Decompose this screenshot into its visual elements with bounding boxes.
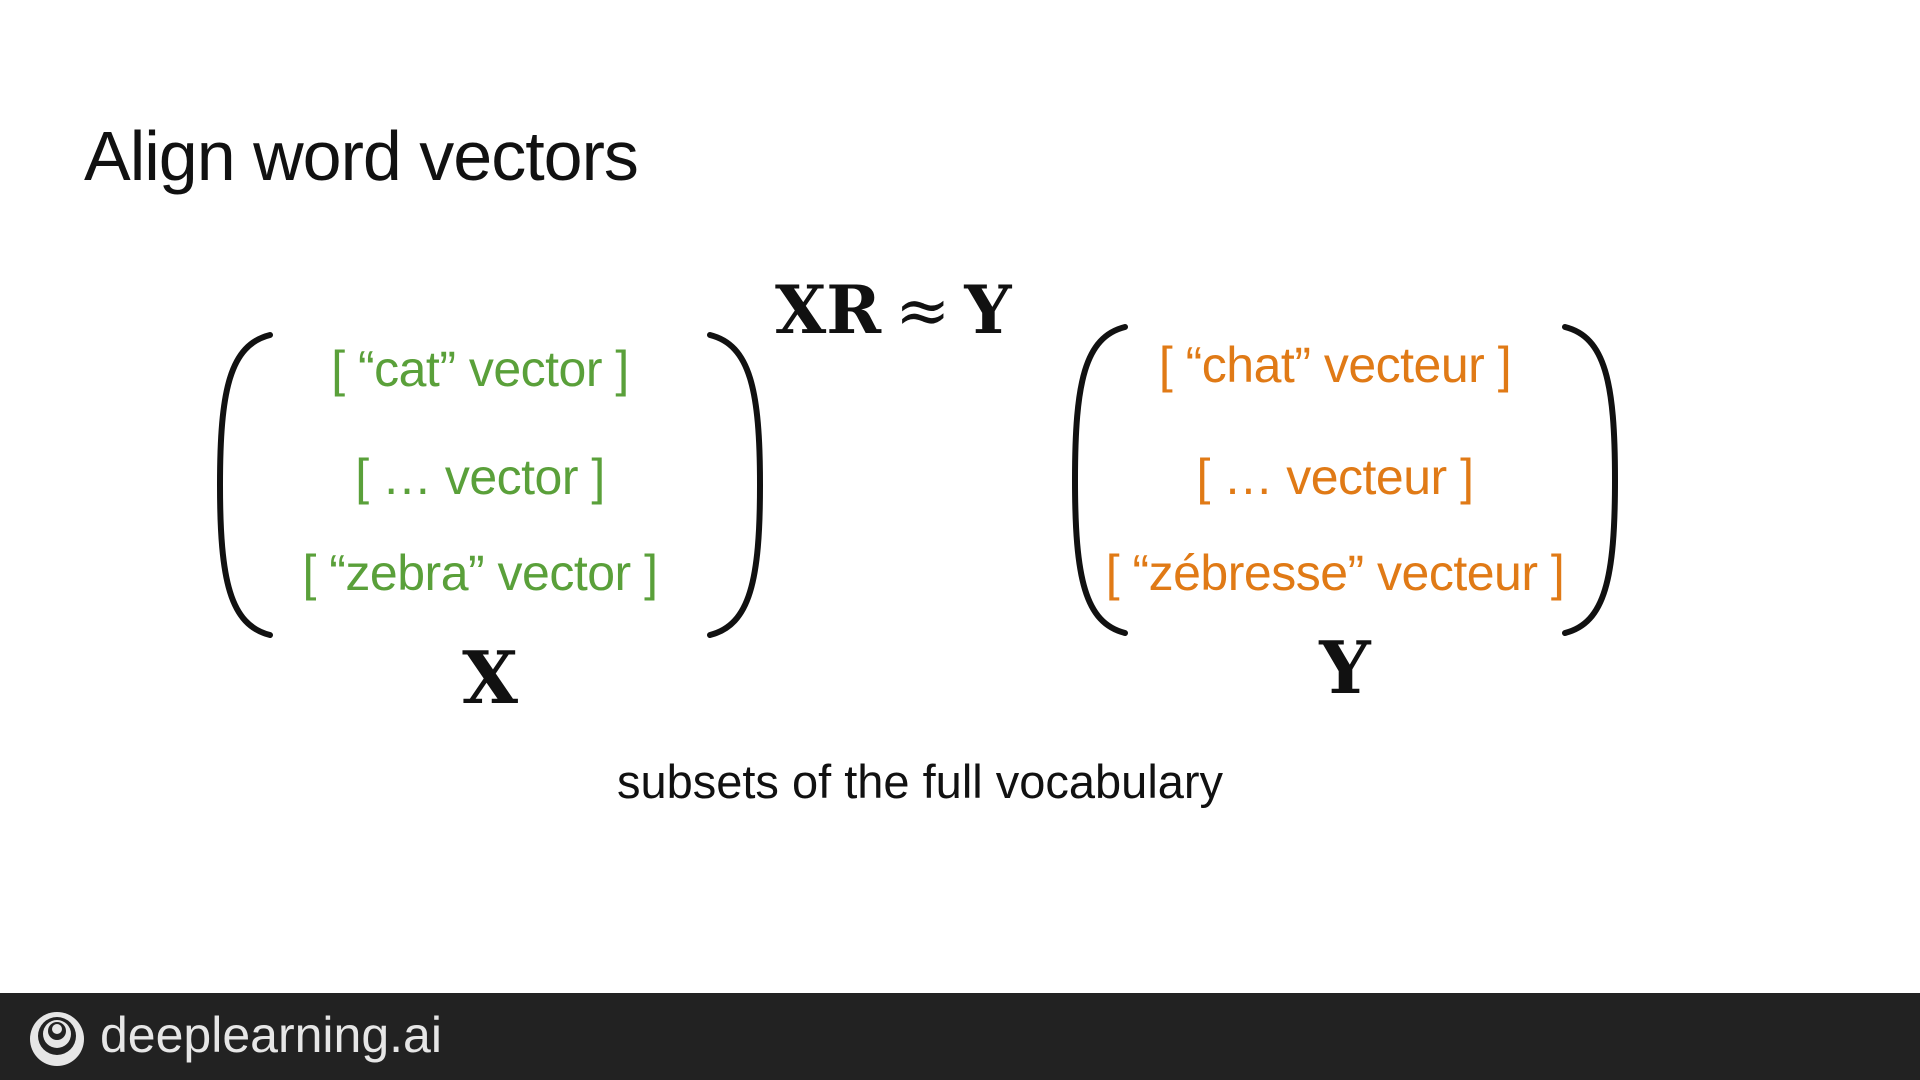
equation-rhs: Y [964,271,1012,349]
deeplearning-ai-logo-icon [30,1012,84,1066]
matrix-x-right-bracket [707,332,764,638]
matrix-y-row-zebresse: [ “zébresse” vecteur ] [1105,545,1565,601]
equation-lhs: XR [775,271,882,349]
matrix-y-row-ellipsis: [ … vecteur ] [1196,449,1474,505]
matrix-x-label: X [462,635,518,720]
approx-symbol: ≈ [895,272,951,349]
matrix-x-row-ellipsis: [ … vector ] [355,449,605,505]
footer-bar: deeplearning.ai [0,993,1920,1080]
matrix-x-row-cat: [ “cat” vector ] [331,341,629,397]
footer-brand: deeplearning.ai [100,1007,442,1063]
caption: subsets of the full vocabulary [616,755,1224,808]
matrix-y-label: Y [1319,625,1371,710]
matrix-x-row-zebra: [ “zebra” vector ] [302,545,659,601]
matrix-y-row-chat: [ “chat” vecteur ] [1158,337,1512,393]
alignment-equation: XR ≈ Y [775,270,1012,351]
slide-title: Align word vectors [84,117,639,195]
